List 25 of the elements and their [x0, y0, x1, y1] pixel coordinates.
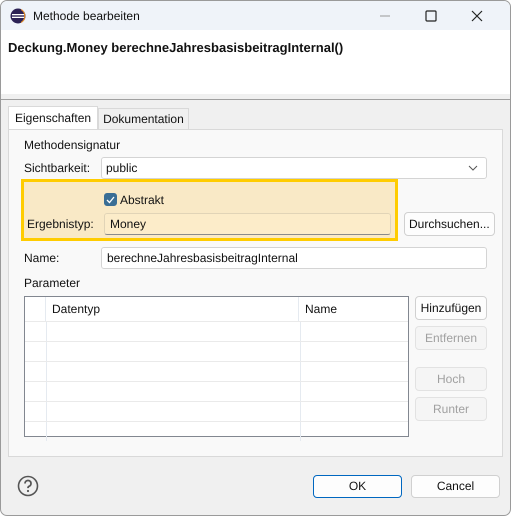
group-label: Methodensignatur — [24, 138, 122, 152]
tab[interactable]: Dokumentation — [98, 108, 189, 129]
dialog-button[interactable]: OK — [313, 474, 402, 498]
dialog-button[interactable]: Cancel — [411, 474, 500, 498]
field-label: Sichtbarkeit: — [24, 161, 92, 175]
column-header[interactable]: Datentyp — [46, 297, 299, 321]
method-title: Deckung.Money berechneJahresbasisbeitragInternal() — [8, 40, 344, 56]
close-icon[interactable] — [471, 10, 483, 22]
return-type-field[interactable]: Money — [104, 213, 391, 235]
abstract-checkbox[interactable]: Abstrakt — [104, 192, 164, 206]
help-icon[interactable] — [17, 475, 39, 497]
name-field[interactable]: berechneJahresbasisbeitragInternal — [101, 247, 487, 269]
visibility-dropdown[interactable]: public — [101, 157, 487, 179]
checkmark-icon — [106, 196, 115, 204]
chevron-down-icon — [468, 165, 478, 171]
app-icon — [10, 8, 26, 24]
browse-button[interactable]: Durchsuchen... — [404, 212, 495, 236]
window-title: Methode bearbeiten — [33, 8, 140, 23]
column-header[interactable]: Name — [299, 297, 408, 321]
group-label: Parameter — [24, 276, 82, 290]
parameter-button[interactable]: Hinzufügen — [415, 296, 487, 320]
tab[interactable]: Eigenschaften — [8, 106, 98, 129]
maximize-icon[interactable] — [425, 10, 437, 22]
field-label: Name: — [24, 251, 60, 265]
field-label: Ergebnistyp: — [27, 217, 95, 231]
